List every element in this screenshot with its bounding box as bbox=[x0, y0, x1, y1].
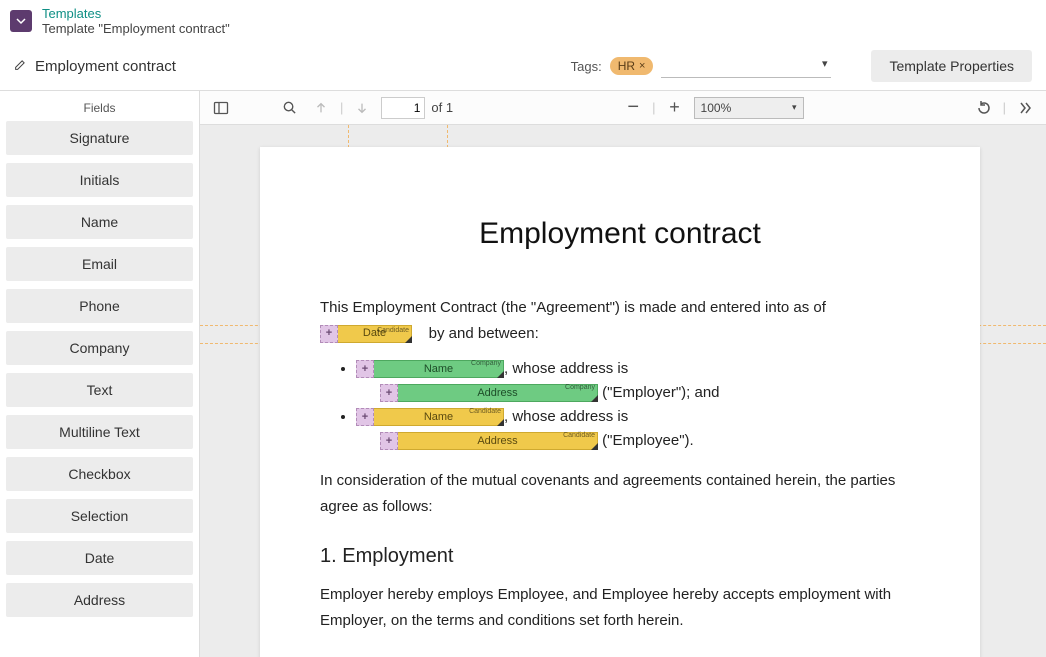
doc-title: Employment contract bbox=[320, 217, 920, 251]
document-page: Employment contract This Employment Cont… bbox=[260, 147, 980, 657]
field-address[interactable]: Address bbox=[6, 583, 193, 617]
field-phone[interactable]: Phone bbox=[6, 289, 193, 323]
placeholder-address-candidate[interactable]: + AddressCandidate bbox=[380, 432, 598, 450]
doc-intro: This Employment Contract (the "Agreement… bbox=[320, 295, 920, 346]
template-properties-button[interactable]: Template Properties bbox=[871, 50, 1032, 82]
search-icon[interactable] bbox=[276, 95, 302, 121]
plus-icon[interactable]: + bbox=[320, 325, 338, 343]
close-icon[interactable]: × bbox=[639, 60, 645, 72]
breadcrumb[interactable]: Templates bbox=[42, 6, 230, 21]
tag-label: HR bbox=[618, 59, 635, 73]
template-name: Employment contract bbox=[35, 58, 176, 75]
field-signature[interactable]: Signature bbox=[6, 121, 193, 155]
chevron-down-icon: ▾ bbox=[792, 102, 797, 113]
field-initials[interactable]: Initials bbox=[6, 163, 193, 197]
arrow-down-icon[interactable] bbox=[349, 95, 375, 121]
zoom-out-icon[interactable]: − bbox=[620, 95, 646, 121]
sidebar-toggle-icon[interactable] bbox=[208, 95, 234, 121]
tags-dropdown[interactable] bbox=[661, 54, 831, 78]
field-email[interactable]: Email bbox=[6, 247, 193, 281]
pencil-icon bbox=[14, 58, 27, 74]
page-of-label: of 1 bbox=[431, 100, 453, 115]
placeholder-date-candidate[interactable]: + DateCandidate bbox=[320, 325, 412, 343]
placeholder-address-company[interactable]: + AddressCompany bbox=[380, 384, 598, 402]
page-canvas[interactable]: Employment contract This Employment Cont… bbox=[200, 125, 1046, 657]
plus-icon[interactable]: + bbox=[380, 384, 398, 402]
field-date[interactable]: Date bbox=[6, 541, 193, 575]
page-subtitle: Template "Employment contract" bbox=[42, 21, 230, 36]
party-employer: + NameCompany , whose address is + Addre… bbox=[356, 360, 920, 402]
plus-icon[interactable]: + bbox=[356, 408, 374, 426]
top-bar: Templates Template "Employment contract" bbox=[0, 0, 1046, 42]
field-company[interactable]: Company bbox=[6, 331, 193, 365]
arrow-up-icon[interactable] bbox=[308, 95, 334, 121]
rotate-icon[interactable] bbox=[971, 95, 997, 121]
placeholder-name-company[interactable]: + NameCompany bbox=[356, 360, 504, 378]
field-multiline-text[interactable]: Multiline Text bbox=[6, 415, 193, 449]
zoom-in-icon[interactable]: + bbox=[662, 95, 688, 121]
doc-consideration: In consideration of the mutual covenants… bbox=[320, 468, 920, 519]
field-selection[interactable]: Selection bbox=[6, 499, 193, 533]
sidebar-header: Fields bbox=[6, 97, 193, 121]
section-1-header: 1. Employment bbox=[320, 545, 920, 568]
field-name[interactable]: Name bbox=[6, 205, 193, 239]
tag-chip-hr[interactable]: HR × bbox=[610, 57, 654, 75]
field-checkbox[interactable]: Checkbox bbox=[6, 457, 193, 491]
zoom-value: 100% bbox=[701, 101, 732, 115]
tags-label: Tags: bbox=[571, 59, 602, 74]
zoom-select[interactable]: 100% ▾ bbox=[694, 97, 804, 119]
edit-bar: Employment contract Tags: HR × Template … bbox=[0, 42, 1046, 91]
party-employee: + NameCandidate , whose address is + Add… bbox=[356, 408, 920, 450]
page-number-input[interactable] bbox=[381, 97, 425, 119]
field-text[interactable]: Text bbox=[6, 373, 193, 407]
viewer-toolbar: | of 1 − | + 100% ▾ | bbox=[200, 91, 1046, 125]
fields-sidebar: Fields Signature Initials Name Email Pho… bbox=[0, 91, 200, 657]
plus-icon[interactable]: + bbox=[356, 360, 374, 378]
plus-icon[interactable]: + bbox=[380, 432, 398, 450]
template-name-edit[interactable]: Employment contract bbox=[14, 58, 176, 75]
section-1-body: Employer hereby employs Employee, and Em… bbox=[320, 582, 920, 633]
document-viewer: | of 1 − | + 100% ▾ | bbox=[200, 91, 1046, 657]
tags-area: Tags: HR × bbox=[571, 54, 832, 78]
breadcrumb-titles: Templates Template "Employment contract" bbox=[42, 6, 230, 36]
app-icon[interactable] bbox=[10, 10, 32, 32]
more-icon[interactable] bbox=[1012, 95, 1038, 121]
placeholder-name-candidate[interactable]: + NameCandidate bbox=[356, 408, 504, 426]
